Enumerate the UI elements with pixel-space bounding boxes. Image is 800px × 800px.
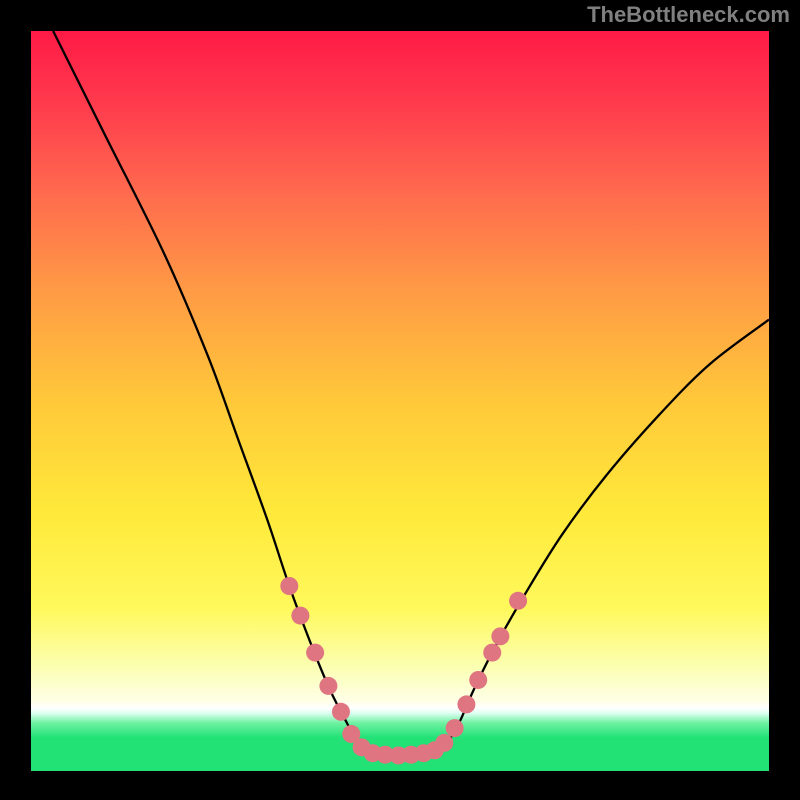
data-point — [457, 695, 475, 713]
plot-background-gradient — [31, 31, 769, 771]
data-point — [291, 607, 309, 625]
data-point — [435, 734, 453, 752]
chart-container: { "attribution": "TheBottleneck.com", "c… — [0, 0, 800, 800]
data-point — [446, 719, 464, 737]
data-point — [509, 592, 527, 610]
data-point — [469, 671, 487, 689]
data-point — [319, 677, 337, 695]
data-point — [306, 644, 324, 662]
data-point — [491, 627, 509, 645]
bottleneck-chart — [0, 0, 800, 800]
data-point — [332, 703, 350, 721]
data-point — [483, 644, 501, 662]
attribution-label: TheBottleneck.com — [587, 2, 790, 28]
data-point — [280, 577, 298, 595]
